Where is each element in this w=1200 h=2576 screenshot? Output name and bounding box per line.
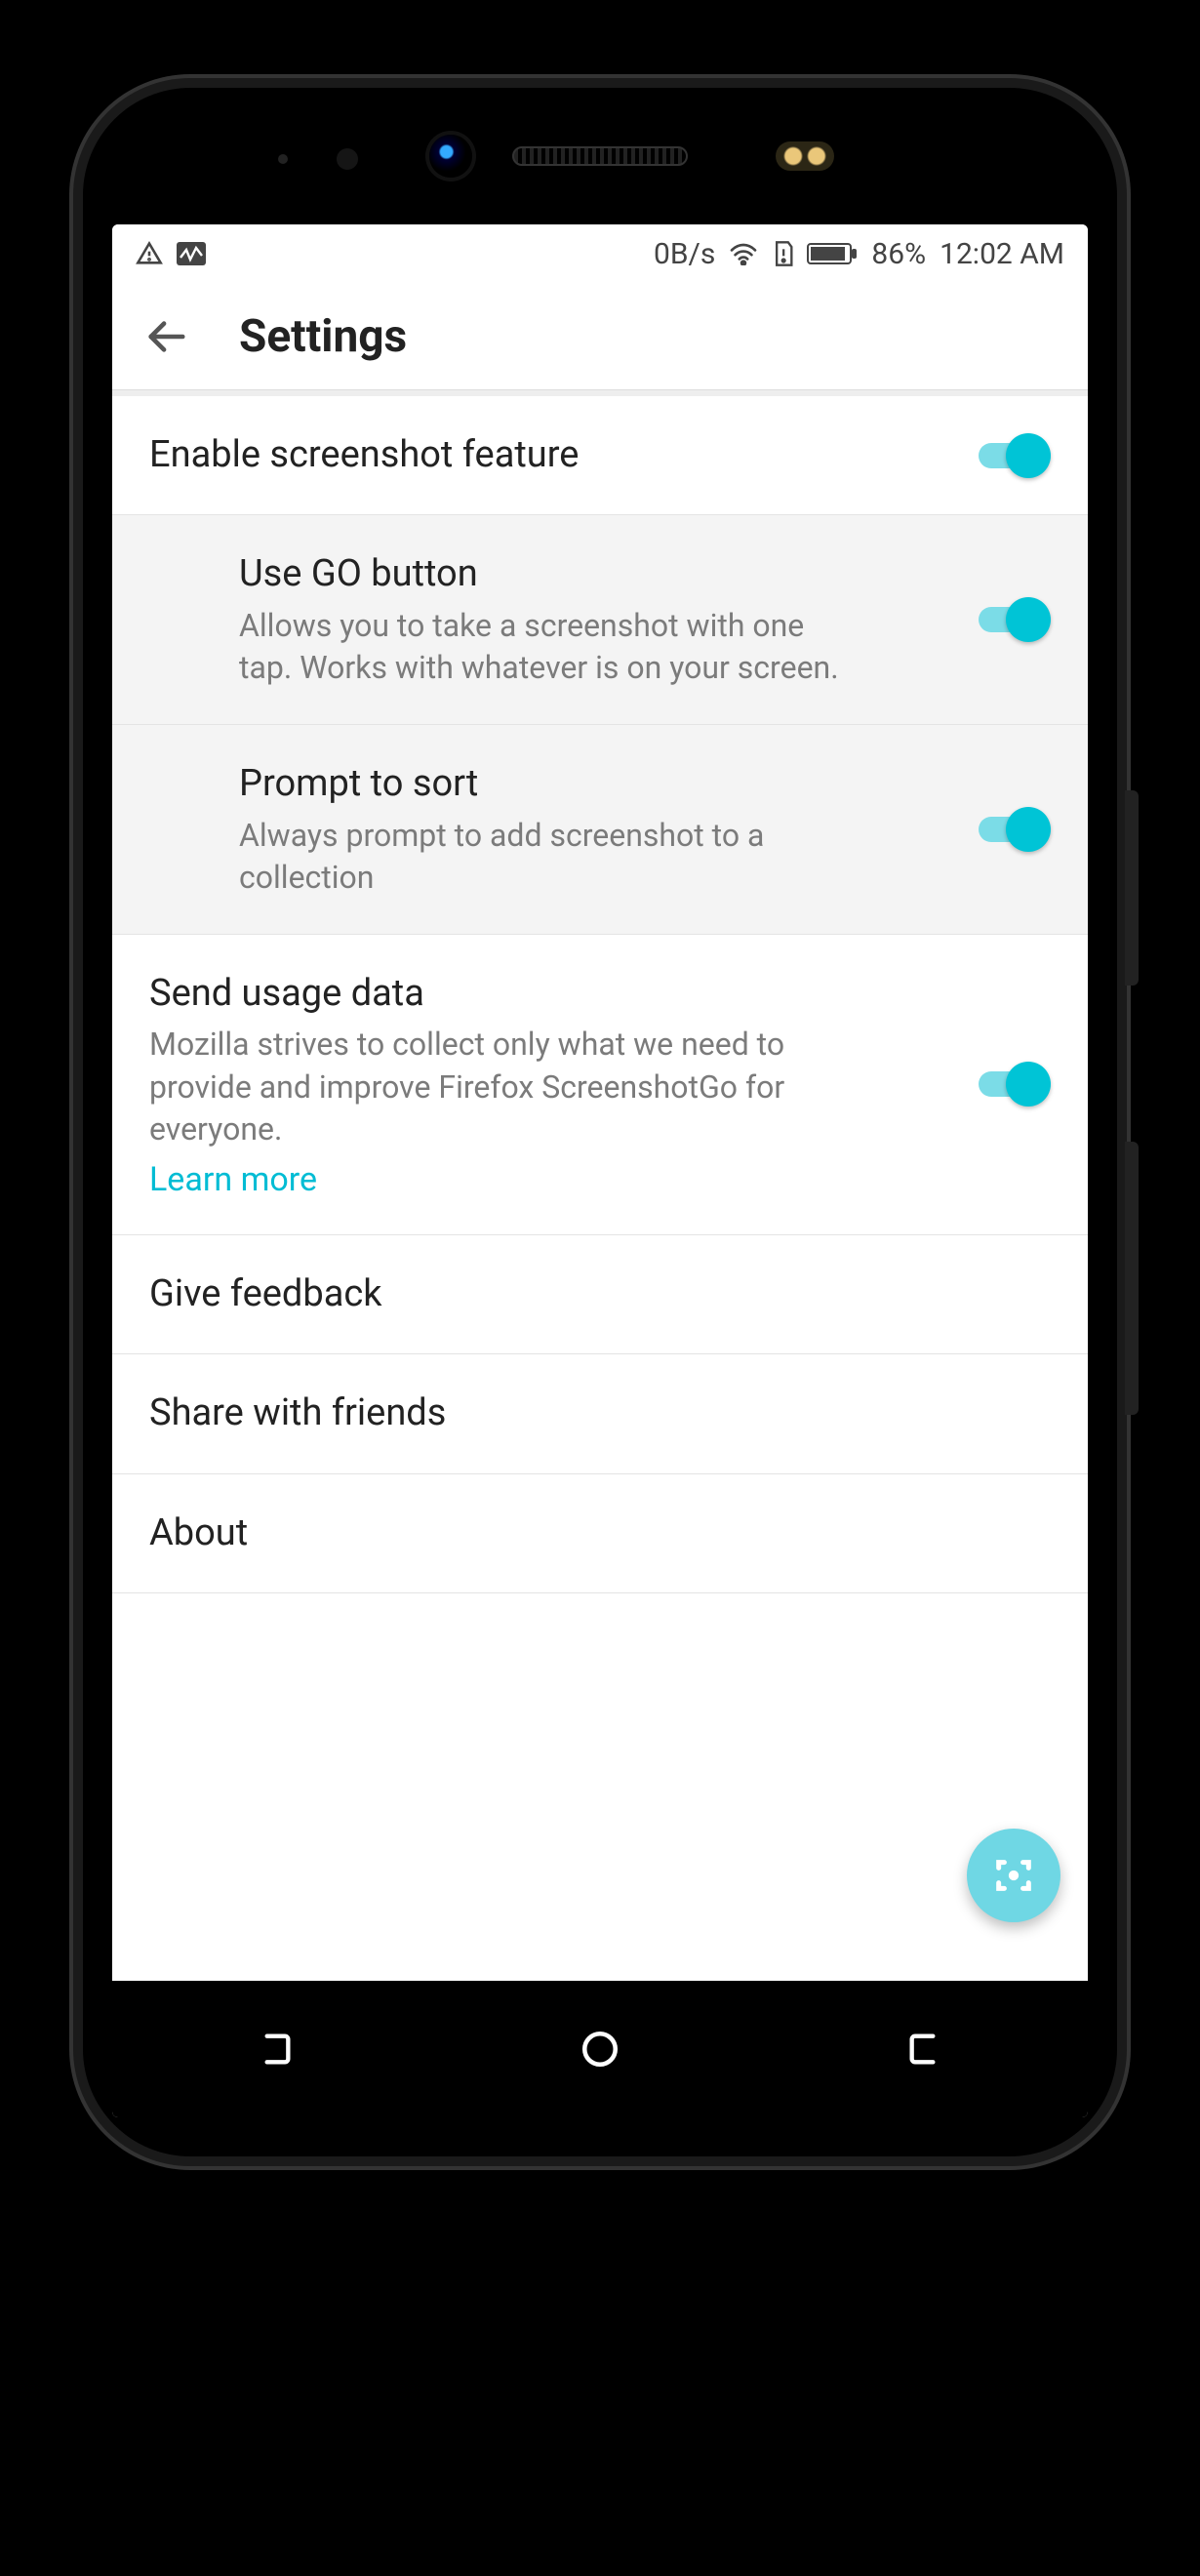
- phone-volume-button: [1125, 790, 1139, 986]
- back-shape-icon: [905, 2030, 944, 2069]
- status-time: 12:02 AM: [940, 237, 1064, 271]
- row-title: Send usage data: [149, 970, 943, 1018]
- toggle-knob: [1006, 807, 1051, 852]
- toggle-knob: [1006, 597, 1051, 642]
- warning-triangle-icon: [136, 240, 163, 267]
- phone-sensor: [776, 141, 834, 171]
- page-title: Settings: [239, 310, 407, 363]
- row-title: Use GO button: [239, 550, 943, 598]
- row-description: Allows you to take a screenshot with one…: [239, 605, 863, 689]
- row-title: Enable screenshot feature: [149, 431, 943, 479]
- phone-led: [278, 154, 288, 164]
- phone-speaker: [512, 146, 688, 166]
- app-display: 0B/s: [112, 224, 1088, 2117]
- row-title: Give feedback: [149, 1270, 1051, 1318]
- phone-front-camera: [429, 135, 472, 178]
- settings-list[interactable]: Enable screenshot feature Use GO button …: [112, 396, 1088, 2117]
- back-button[interactable]: [141, 312, 190, 361]
- toggle-prompt-to-sort[interactable]: [973, 807, 1051, 852]
- row-title: Share with friends: [149, 1389, 1051, 1437]
- monitor-icon: [177, 242, 206, 265]
- nav-recent-button[interactable]: [251, 2025, 300, 2073]
- home-circle-icon: [580, 2029, 620, 2070]
- status-right-icons: 0B/s: [654, 237, 1064, 271]
- sim-none-icon: [772, 240, 793, 267]
- row-give-feedback[interactable]: Give feedback: [112, 1235, 1088, 1354]
- row-title: About: [149, 1509, 1051, 1557]
- nav-back-button[interactable]: [900, 2025, 949, 2073]
- row-description: Mozilla strives to collect only what we …: [149, 1024, 813, 1150]
- toggle-knob: [1006, 433, 1051, 478]
- phone-power-button: [1125, 1142, 1139, 1415]
- toggle-use-go-button[interactable]: [973, 597, 1051, 642]
- row-share-with-friends[interactable]: Share with friends: [112, 1354, 1088, 1473]
- toggle-enable-screenshot[interactable]: [973, 433, 1051, 478]
- status-network-speed: 0B/s: [654, 237, 715, 271]
- nav-home-button[interactable]: [576, 2025, 624, 2073]
- phone-proximity-sensor: [337, 148, 358, 170]
- status-battery-pct: 86%: [871, 237, 926, 271]
- arrow-left-icon: [143, 314, 188, 359]
- recent-icon: [256, 2030, 295, 2069]
- toggle-knob: [1006, 1062, 1051, 1107]
- screenshot-fab[interactable]: [967, 1829, 1060, 1922]
- row-description: Always prompt to add screenshot to a col…: [239, 815, 863, 899]
- app-bar: Settings: [112, 283, 1088, 390]
- toggle-send-usage-data[interactable]: [973, 1062, 1051, 1107]
- capture-icon: [991, 1853, 1036, 1898]
- battery-icon: [807, 241, 858, 266]
- android-status-bar: 0B/s: [112, 224, 1088, 283]
- row-title: Prompt to sort: [239, 760, 943, 808]
- row-prompt-to-sort[interactable]: Prompt to sort Always prompt to add scre…: [112, 725, 1088, 935]
- wifi-icon: [729, 242, 758, 265]
- row-use-go-button[interactable]: Use GO button Allows you to take a scree…: [112, 515, 1088, 725]
- status-left-icons: [136, 240, 206, 267]
- phone-frame: 0B/s: [83, 88, 1117, 2156]
- phone-screen: 0B/s: [112, 224, 1088, 2117]
- row-send-usage-data[interactable]: Send usage data Mozilla strives to colle…: [112, 935, 1088, 1235]
- learn-more-link[interactable]: Learn more: [149, 1160, 317, 1199]
- row-enable-screenshot[interactable]: Enable screenshot feature: [112, 396, 1088, 515]
- row-about[interactable]: About: [112, 1474, 1088, 1593]
- android-navigation-bar: [112, 1981, 1088, 2117]
